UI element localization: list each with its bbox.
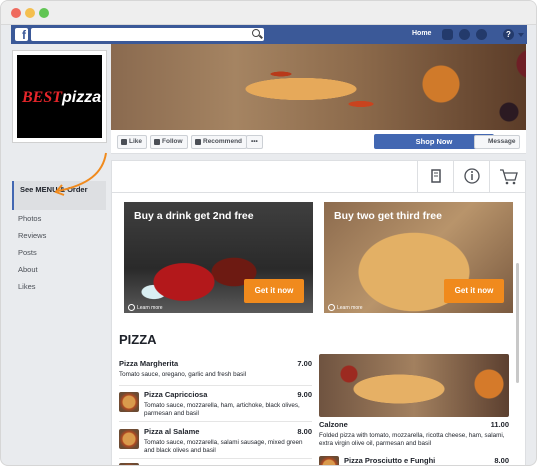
search-input[interactable]	[31, 28, 264, 41]
item-price: 8.00	[494, 456, 509, 465]
menu-item-salame[interactable]: Pizza al Salame 8.00 Tomato sauce, mozza…	[119, 427, 312, 459]
facebook-logo-icon[interactable]: f	[15, 28, 28, 42]
pizza-thumbnail	[119, 392, 139, 412]
learn-more-link[interactable]: Learn more	[328, 304, 363, 311]
learn-more-link[interactable]: Learn more	[128, 304, 163, 311]
globe-icon[interactable]	[476, 29, 487, 40]
item-name: Pizza al Salame	[144, 427, 200, 436]
recommend-label: Recommend	[203, 138, 243, 145]
like-button[interactable]: Like	[117, 135, 148, 149]
facebook-top-bar: f Home ?	[11, 25, 527, 44]
title-bar	[1, 1, 536, 25]
help-icon[interactable]: ?	[503, 29, 514, 40]
item-name: Pizza Margherita	[119, 359, 179, 368]
pizza-thumbnail	[319, 456, 339, 465]
follow-label: Follow	[162, 138, 183, 145]
calzone-photo[interactable]	[319, 354, 509, 417]
sidebar-item-posts[interactable]: Posts	[12, 244, 106, 261]
menu-book-icon	[431, 169, 441, 183]
comment-icon	[195, 139, 201, 145]
account-menu-chevron-icon[interactable]	[518, 33, 524, 37]
promo-title: Buy a drink get 2nd free	[134, 210, 254, 222]
item-description: Folded pizza with tomato, mozzarella, ri…	[319, 432, 505, 447]
profile-picture[interactable]: BESTpizza	[12, 50, 107, 143]
item-name: Pizza Prosciutto e Funghi	[344, 456, 436, 465]
follow-button[interactable]: Follow	[150, 135, 188, 149]
logo-text-pizza: pizza	[62, 89, 102, 106]
sidebar-item-reviews[interactable]: Reviews	[12, 227, 106, 244]
item-description: Tomato sauce, oregano, garlic and fresh …	[119, 371, 247, 378]
menu-tab[interactable]	[417, 161, 453, 192]
zoom-window-button[interactable]	[39, 8, 49, 18]
thumbs-up-icon	[121, 139, 127, 145]
info-icon	[464, 168, 480, 184]
close-window-button[interactable]	[11, 8, 21, 18]
scrollbar[interactable]	[516, 263, 519, 383]
like-label: Like	[129, 138, 143, 145]
info-tab[interactable]	[453, 161, 489, 192]
item-name: Pizza Capricciosa	[144, 390, 208, 399]
browser-window: f Home ? BESTpizza Like Follow Recommend…	[0, 0, 537, 466]
item-price: 7.00	[297, 359, 312, 368]
menu-item-calzone[interactable]: Calzone 11.00 Folded pizza with tomato, …	[319, 420, 509, 448]
callout-arrow	[54, 152, 107, 196]
sidebar-item-likes[interactable]: Likes	[12, 278, 106, 295]
item-name: Calzone	[319, 420, 348, 429]
item-price: 11.00	[490, 420, 509, 429]
sidebar-item-about[interactable]: About	[12, 261, 106, 278]
cart-icon	[500, 169, 518, 185]
messenger-icon[interactable]	[459, 29, 470, 40]
promo-card-pizza[interactable]: Buy two get third free Get it now Learn …	[324, 202, 513, 313]
item-description: Tomato sauce, mozzarella, ham, artichoke…	[144, 402, 300, 417]
sidebar-item-photos[interactable]: Photos	[12, 210, 106, 227]
section-heading: PIZZA	[119, 332, 157, 347]
get-it-now-button[interactable]: Get it now	[444, 279, 504, 303]
cover-photo	[111, 44, 526, 130]
menu-item-partial[interactable]	[119, 461, 312, 465]
promo-card-drink[interactable]: Buy a drink get 2nd free Get it now Lear…	[124, 202, 313, 313]
page-logo: BESTpizza	[22, 89, 101, 107]
logo-text-best: BEST	[22, 89, 63, 106]
promo-title: Buy two get third free	[334, 210, 442, 222]
item-description: Tomato sauce, mozzarella, salami sausage…	[144, 439, 303, 454]
menu-item-capricciosa[interactable]: Pizza Capricciosa 9.00 Tomato sauce, moz…	[119, 390, 312, 422]
item-price: 9.00	[297, 390, 312, 399]
rss-icon	[154, 139, 160, 145]
menu-item-prosciutto[interactable]: Pizza Prosciutto e Funghi 8.00	[319, 456, 509, 465]
get-it-now-button[interactable]: Get it now	[244, 279, 304, 303]
item-price: 8.00	[297, 427, 312, 436]
friends-icon[interactable]	[442, 29, 453, 40]
menu-item-margherita[interactable]: Pizza Margherita 7.00 Tomato sauce, oreg…	[119, 359, 312, 386]
recommend-button[interactable]: Recommend	[191, 135, 248, 149]
home-link[interactable]: Home	[412, 30, 431, 37]
page-sidebar: See MENU & Order Photos Reviews Posts Ab…	[12, 181, 106, 295]
cart-tab[interactable]	[489, 161, 525, 192]
more-button[interactable]: •••	[246, 135, 263, 149]
app-tab-bar	[111, 160, 526, 193]
message-label: Message	[488, 138, 516, 145]
pizza-thumbnail	[119, 429, 139, 449]
message-button[interactable]: Message	[474, 135, 521, 149]
minimize-window-button[interactable]	[25, 8, 35, 18]
search-icon[interactable]	[252, 29, 260, 37]
menu-content: Buy a drink get 2nd free Get it now Lear…	[111, 193, 526, 465]
page-action-bar: Like Follow Recommend ••• Shop Now Messa…	[111, 130, 526, 154]
